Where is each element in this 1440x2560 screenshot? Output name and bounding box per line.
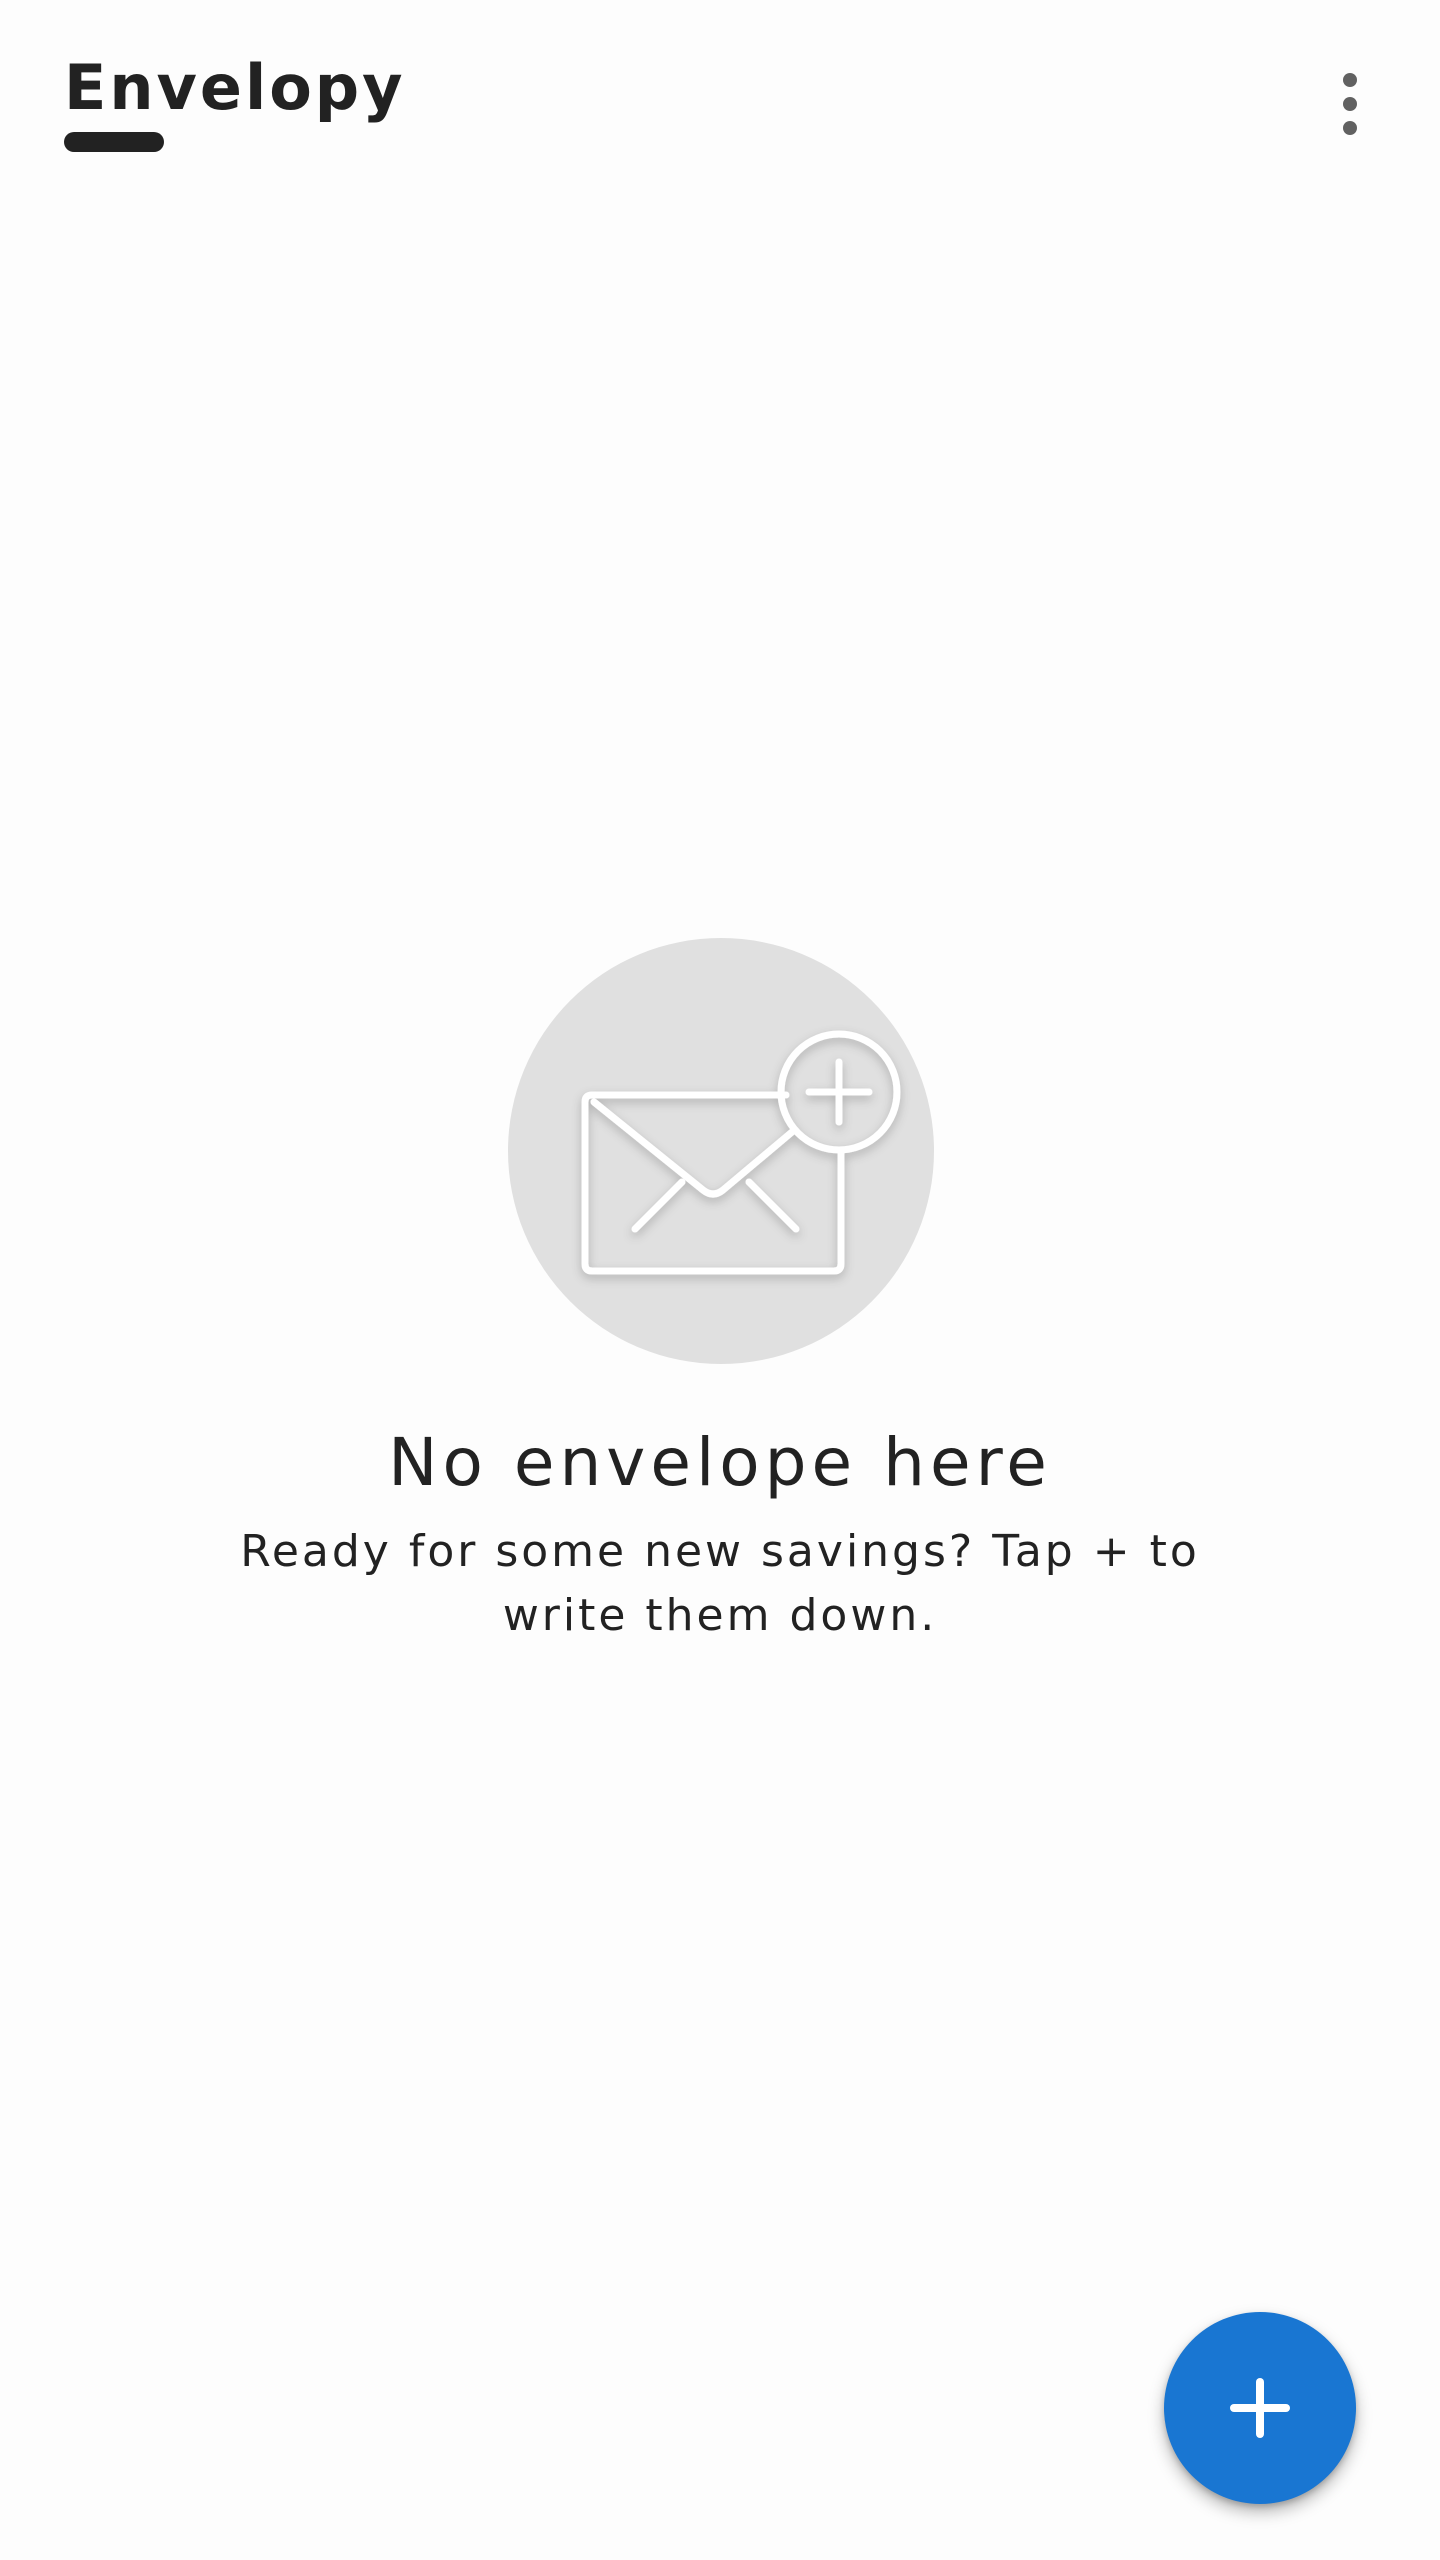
app-bar: Envelopy xyxy=(0,0,1440,200)
envelope-add-icon xyxy=(581,1030,901,1275)
more-vert-icon-dot xyxy=(1343,97,1357,111)
envelopes-screen: Envelopy No envelope here Ready for some… xyxy=(0,0,1440,2560)
add-envelope-button[interactable] xyxy=(1164,2312,1356,2504)
empty-illustration xyxy=(508,938,934,1364)
more-vert-icon xyxy=(1343,73,1357,87)
more-options-button[interactable] xyxy=(1310,56,1390,152)
empty-subtitle: Ready for some new savings? Tap + to wri… xyxy=(240,1526,1200,1641)
app-title: Envelopy xyxy=(64,51,406,124)
title-underline xyxy=(64,132,164,152)
empty-title: No envelope here xyxy=(388,1424,1052,1501)
plus-icon xyxy=(1230,2378,1290,2438)
more-vert-icon-dot xyxy=(1343,121,1357,135)
